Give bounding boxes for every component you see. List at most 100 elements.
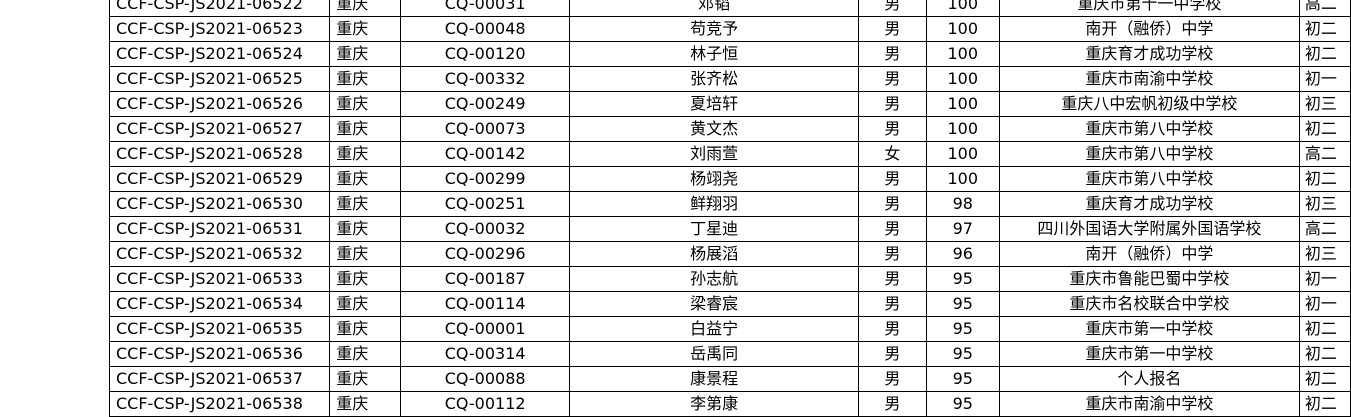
gender-cell: 女 bbox=[858, 141, 927, 167]
registration-id-cell: CCF-CSP-JS2021-06523 bbox=[108, 16, 331, 42]
province-cell: 重庆 bbox=[329, 91, 402, 117]
gender-cell: 男 bbox=[858, 291, 927, 317]
score-cell: 100 bbox=[925, 0, 1000, 17]
grade-cell: 初二 bbox=[1298, 166, 1351, 192]
score-cell: 100 bbox=[925, 141, 1000, 167]
gender-cell: 男 bbox=[858, 41, 927, 67]
gender-cell: 男 bbox=[858, 166, 927, 192]
province-cell: 重庆 bbox=[329, 166, 402, 192]
table-row: CCF-CSP-JS2021-06534 重庆 CQ-00114 梁睿宸男 95 重庆市名… bbox=[108, 291, 1351, 317]
student-name-cell: 白益宁 bbox=[569, 316, 860, 342]
province-cell: 重庆 bbox=[329, 391, 402, 417]
contestant-code-cell: CQ-00249 bbox=[400, 91, 571, 117]
province-cell: 重庆 bbox=[329, 66, 402, 92]
table-row: CCF-CSP-JS2021-06537 重庆 CQ-00088 康景程男 95 个人报名… bbox=[108, 366, 1351, 392]
results-table-body: CCF-CSP-JS2021-06522 重庆 CQ-00031 邓韬男 100 重庆市第… bbox=[108, 0, 1351, 417]
school-cell: 重庆市第一中学校 bbox=[998, 341, 1300, 367]
registration-id-cell: CCF-CSP-JS2021-06528 bbox=[108, 141, 331, 167]
grade-cell: 初二 bbox=[1298, 316, 1351, 342]
province-cell: 重庆 bbox=[329, 116, 402, 142]
grade-cell: 初二 bbox=[1298, 16, 1351, 42]
school-cell: 重庆市鲁能巴蜀中学校 bbox=[998, 266, 1300, 292]
gender-cell: 男 bbox=[858, 91, 927, 117]
table-row: CCF-CSP-JS2021-06532 重庆 CQ-00296 杨展滔男 96 南开（融… bbox=[108, 241, 1351, 267]
score-cell: 95 bbox=[925, 391, 1000, 417]
school-cell: 重庆市第十一中学校 bbox=[998, 0, 1300, 17]
score-cell: 100 bbox=[925, 66, 1000, 92]
score-cell: 95 bbox=[925, 341, 1000, 367]
registration-id-cell: CCF-CSP-JS2021-06538 bbox=[108, 391, 331, 417]
student-name-cell: 夏培轩 bbox=[569, 91, 860, 117]
registration-id-cell: CCF-CSP-JS2021-06524 bbox=[108, 41, 331, 67]
gender-cell: 男 bbox=[858, 341, 927, 367]
gender-cell: 男 bbox=[858, 191, 927, 217]
registration-id-cell: CCF-CSP-JS2021-06526 bbox=[108, 91, 331, 117]
school-cell: 重庆八中宏帆初级中学校 bbox=[998, 91, 1300, 117]
province-cell: 重庆 bbox=[329, 316, 402, 342]
student-name-cell: 丁星迪 bbox=[569, 216, 860, 242]
student-name-cell: 邓韬 bbox=[569, 0, 860, 17]
table-row: CCF-CSP-JS2021-06538 重庆 CQ-00112 李第康男 95 重庆市南… bbox=[108, 391, 1351, 417]
gender-cell: 男 bbox=[858, 16, 927, 42]
school-cell: 重庆市名校联合中学校 bbox=[998, 291, 1300, 317]
contestant-code-cell: CQ-00187 bbox=[400, 266, 571, 292]
province-cell: 重庆 bbox=[329, 141, 402, 167]
gender-cell: 男 bbox=[858, 316, 927, 342]
table-row: CCF-CSP-JS2021-06522 重庆 CQ-00031 邓韬男 100 重庆市第… bbox=[108, 0, 1351, 17]
school-cell: 重庆市南渝中学校 bbox=[998, 66, 1300, 92]
contestant-code-cell: CQ-00114 bbox=[400, 291, 571, 317]
gender-cell: 男 bbox=[858, 391, 927, 417]
table-row: CCF-CSP-JS2021-06531 重庆 CQ-00032 丁星迪男 97 四川外国… bbox=[108, 216, 1351, 242]
school-cell: 个人报名 bbox=[998, 366, 1300, 392]
grade-cell: 初三 bbox=[1298, 191, 1351, 217]
table-row: CCF-CSP-JS2021-06528 重庆 CQ-00142 刘雨萱女 100 重庆市… bbox=[108, 141, 1351, 167]
contestant-code-cell: CQ-00332 bbox=[400, 66, 571, 92]
contestant-code-cell: CQ-00112 bbox=[400, 391, 571, 417]
score-cell: 95 bbox=[925, 366, 1000, 392]
contestant-code-cell: CQ-00032 bbox=[400, 216, 571, 242]
table-row: CCF-CSP-JS2021-06536 重庆 CQ-00314 岳禹同男 95 重庆市第… bbox=[108, 341, 1351, 367]
registration-id-cell: CCF-CSP-JS2021-06533 bbox=[108, 266, 331, 292]
gender-cell: 男 bbox=[858, 366, 927, 392]
grade-cell: 初三 bbox=[1298, 241, 1351, 267]
grade-cell: 高二 bbox=[1298, 0, 1351, 17]
table-row: CCF-CSP-JS2021-06524 重庆 CQ-00120 林子恒男 100 重庆育… bbox=[108, 41, 1351, 67]
student-name-cell: 孙志航 bbox=[569, 266, 860, 292]
table-row: CCF-CSP-JS2021-06533 重庆 CQ-00187 孙志航男 95 重庆市鲁… bbox=[108, 266, 1351, 292]
grade-cell: 初二 bbox=[1298, 366, 1351, 392]
student-name-cell: 梁睿宸 bbox=[569, 291, 860, 317]
student-name-cell: 苟竞予 bbox=[569, 16, 860, 42]
registration-id-cell: CCF-CSP-JS2021-06522 bbox=[108, 0, 331, 17]
registration-id-cell: CCF-CSP-JS2021-06534 bbox=[108, 291, 331, 317]
grade-cell: 初一 bbox=[1298, 266, 1351, 292]
registration-id-cell: CCF-CSP-JS2021-06527 bbox=[108, 116, 331, 142]
contestant-code-cell: CQ-00001 bbox=[400, 316, 571, 342]
province-cell: 重庆 bbox=[329, 16, 402, 42]
province-cell: 重庆 bbox=[329, 366, 402, 392]
contestant-code-cell: CQ-00314 bbox=[400, 341, 571, 367]
school-cell: 南开（融侨）中学 bbox=[998, 16, 1300, 42]
grade-cell: 高二 bbox=[1298, 141, 1351, 167]
score-cell: 100 bbox=[925, 16, 1000, 42]
grade-cell: 初二 bbox=[1298, 116, 1351, 142]
student-name-cell: 李第康 bbox=[569, 391, 860, 417]
grade-cell: 高二 bbox=[1298, 216, 1351, 242]
gender-cell: 男 bbox=[858, 116, 927, 142]
registration-id-cell: CCF-CSP-JS2021-06531 bbox=[108, 216, 331, 242]
gender-cell: 男 bbox=[858, 216, 927, 242]
score-cell: 100 bbox=[925, 91, 1000, 117]
score-cell: 95 bbox=[925, 291, 1000, 317]
student-name-cell: 黄文杰 bbox=[569, 116, 860, 142]
grade-cell: 初二 bbox=[1298, 341, 1351, 367]
registration-id-cell: CCF-CSP-JS2021-06535 bbox=[108, 316, 331, 342]
school-cell: 重庆市第八中学校 bbox=[998, 141, 1300, 167]
contestant-code-cell: CQ-00120 bbox=[400, 41, 571, 67]
school-cell: 南开（融侨）中学 bbox=[998, 241, 1300, 267]
school-cell: 重庆育才成功学校 bbox=[998, 191, 1300, 217]
contestant-code-cell: CQ-00031 bbox=[400, 0, 571, 17]
gender-cell: 男 bbox=[858, 266, 927, 292]
school-cell: 四川外国语大学附属外国语学校 bbox=[998, 216, 1300, 242]
registration-id-cell: CCF-CSP-JS2021-06536 bbox=[108, 341, 331, 367]
school-cell: 重庆市第八中学校 bbox=[998, 166, 1300, 192]
contestant-code-cell: CQ-00073 bbox=[400, 116, 571, 142]
